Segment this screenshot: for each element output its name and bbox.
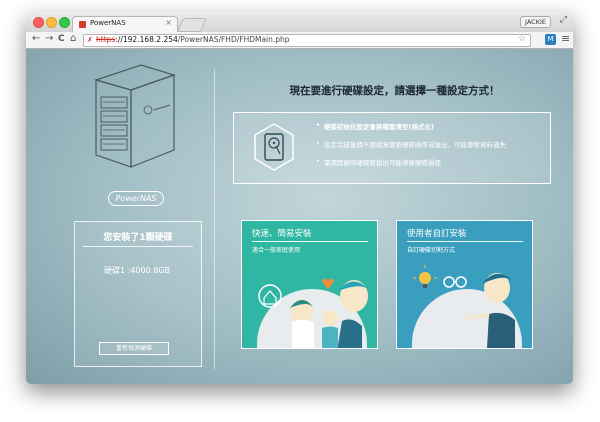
url-text: https://192.168.2.254/PowerNAS/FHD/FHDMa… <box>96 35 290 44</box>
favicon-icon <box>79 21 86 28</box>
reload-icon[interactable]: C <box>58 34 65 44</box>
nas-device-image <box>93 64 176 168</box>
tab-powernas[interactable]: PowerNAS × <box>72 16 178 33</box>
powernas-logo: PowerNAS <box>108 191 164 206</box>
installed-disks-panel: 您安裝了1顆硬碟 硬碟1 :4000.8GB 重新偵測硬碟 <box>74 221 202 367</box>
card-title: 快速、簡易安裝 <box>252 229 312 239</box>
custom-setup-option[interactable]: 使用者自訂安裝 自訂硬碟切割方式 <box>396 220 533 349</box>
extension-icon[interactable]: M <box>545 34 556 45</box>
maximize-window-button[interactable] <box>59 17 70 28</box>
tab-title: PowerNAS <box>90 19 126 27</box>
card-divider <box>407 241 523 242</box>
page-content: PowerNAS 您安裝了1顆硬碟 硬碟1 :4000.8GB 重新偵測硬碟 現… <box>26 49 573 384</box>
vertical-divider <box>214 69 215 369</box>
home-icon[interactable]: ⌂ <box>70 33 76 44</box>
notice-item: 設定完成後請不要隨意變更硬碟順序或拔出，可能導致資料遺失 <box>316 139 506 149</box>
browser-toolbar: ← → C ⌂ ✗ https://192.168.2.254/PowerNAS… <box>26 32 573 49</box>
bookmark-star-icon[interactable]: ☆ <box>518 34 526 44</box>
card-subtitle: 自訂硬碟切割方式 <box>407 247 456 254</box>
forward-icon[interactable]: → <box>45 33 53 44</box>
tab-close-icon[interactable]: × <box>165 18 172 27</box>
card-title: 使用者自訂安裝 <box>407 229 467 239</box>
disk-item: 硬碟1 :4000.8GB <box>104 266 171 275</box>
hard-disk-icon <box>254 123 294 171</box>
close-window-button[interactable] <box>33 17 44 28</box>
notice-item: 電源開啟時硬碟將拔出可能導致硬碟損毀 <box>316 157 506 167</box>
new-tab-button[interactable] <box>176 18 208 32</box>
profile-button[interactable]: JACKIE <box>520 16 551 28</box>
expert-illustration <box>412 265 522 348</box>
notice-item: 硬碟初始化設定會將檔案清空(格式化) <box>316 121 506 131</box>
notice-list: 硬碟初始化設定會將檔案清空(格式化) 設定完成後請不要隨意變更硬碟順序或拔出，可… <box>316 121 506 175</box>
back-icon[interactable]: ← <box>32 33 40 44</box>
family-illustration <box>257 278 368 348</box>
card-subtitle: 適合一般家庭使用 <box>252 247 301 254</box>
card-divider <box>252 241 368 242</box>
disk-panel-title: 您安裝了1顆硬碟 <box>103 233 173 243</box>
quick-setup-option[interactable]: 快速、簡易安裝 適合一般家庭使用 <box>241 220 378 349</box>
tab-bar: PowerNAS × JACKIE ⤢ <box>26 12 573 33</box>
menu-icon[interactable]: ≡ <box>561 32 570 45</box>
minimize-window-button[interactable] <box>46 17 57 28</box>
browser-window: PowerNAS × JACKIE ⤢ ← → C ⌂ ✗ https://19… <box>26 12 573 384</box>
fullscreen-icon[interactable]: ⤢ <box>560 15 567 25</box>
address-bar[interactable]: ✗ https://192.168.2.254/PowerNAS/FHD/FHD… <box>83 34 531 47</box>
page-title: 現在要進行硬碟設定，請選擇一種設定方式！ <box>289 85 500 97</box>
rescan-disks-button[interactable]: 重新偵測硬碟 <box>99 342 169 355</box>
notice-panel: 硬碟初始化設定會將檔案清空(格式化) 設定完成後請不要隨意變更硬碟順序或拔出，可… <box>233 112 551 184</box>
disk-panel-divider <box>83 246 193 247</box>
insecure-lock-icon: ✗ <box>87 36 93 44</box>
